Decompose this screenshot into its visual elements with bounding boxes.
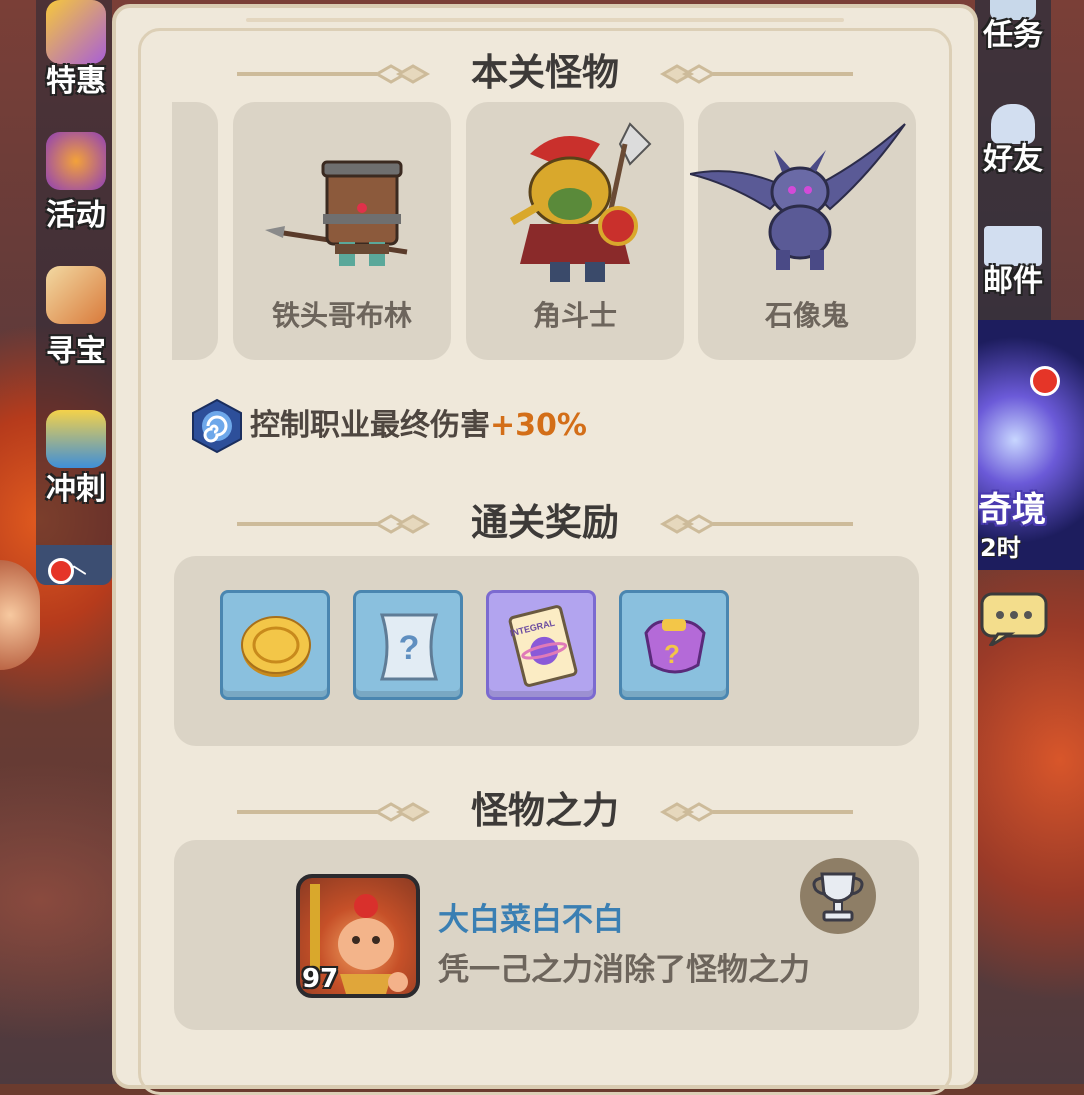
menu-special-offer-label: 特惠	[46, 64, 106, 99]
menu-mail-label: 邮件	[983, 264, 1043, 299]
menu-friends-label: 好友	[983, 142, 1043, 177]
buff-description: 控制职业最终伤害+30%	[250, 400, 587, 444]
monster-card-partial[interactable]	[172, 102, 218, 360]
player-achievement: 凭一己之力消除了怪物之力	[438, 952, 810, 988]
trophy-badge	[800, 858, 876, 934]
gargoyle-icon	[690, 123, 906, 270]
reward-item[interactable]	[220, 590, 330, 700]
player-level: 97	[302, 964, 339, 994]
menu-treasure-hunt[interactable]: 寻宝	[36, 266, 116, 368]
menu-sprint-label: 冲刺	[46, 472, 106, 507]
trophy-sprint-icon	[46, 410, 106, 468]
task-list-icon	[990, 0, 1036, 20]
collapse-menu-button[interactable]: ︿	[36, 545, 112, 585]
player-avatar[interactable]: 97	[296, 874, 420, 998]
svg-text:?: ?	[399, 629, 420, 667]
panel-top-ornament	[246, 18, 844, 22]
gold-coin-icon	[241, 616, 311, 677]
mail-icon	[984, 226, 1042, 266]
menu-treasure-hunt-label: 寻宝	[46, 334, 106, 369]
monster-card[interactable]: 角斗士	[466, 102, 684, 360]
menu-mail[interactable]: 邮件	[975, 226, 1051, 298]
chevron-up-icon: ︿	[60, 550, 87, 580]
chat-bubble-icon[interactable]	[980, 590, 1060, 646]
buff-value: +30%	[490, 408, 587, 443]
monster-name: 石像鬼	[764, 299, 849, 332]
monster-name: 铁头哥布林	[271, 299, 412, 332]
menu-friends[interactable]: 好友	[975, 104, 1051, 176]
buff-label: 控制职业最终伤害	[250, 408, 490, 443]
monster-name: 角斗士	[532, 299, 617, 332]
swirl-hexagon-icon	[192, 398, 242, 454]
ornament-right-icon	[659, 802, 853, 822]
ornament-right-icon	[659, 514, 853, 534]
menu-tasks-label: 任务	[983, 18, 1043, 53]
event-title: 奇境	[978, 490, 1046, 530]
ornament-right-icon	[659, 64, 853, 84]
reward-item[interactable]: ?	[619, 590, 729, 700]
rewards-section-header: 通关奖励	[112, 498, 978, 548]
gift-card-icon	[46, 0, 106, 64]
menu-special-offer[interactable]: 特惠	[36, 0, 116, 98]
friends-icon	[991, 104, 1035, 144]
fruit-basket-icon	[46, 132, 106, 190]
menu-tasks[interactable]: 任务	[975, 0, 1051, 52]
reward-item[interactable]: INTEGRAL	[486, 590, 596, 700]
menu-activity-label: 活动	[46, 198, 106, 233]
menu-sprint[interactable]: 冲刺	[36, 410, 116, 506]
reward-item[interactable]: ?	[353, 590, 463, 700]
integral-ticket-icon: INTEGRAL	[508, 605, 578, 687]
power-section-header: 怪物之力	[112, 786, 978, 836]
monsters-section-header: 本关怪物	[112, 48, 978, 98]
player-name[interactable]: 大白菜白不白	[438, 894, 624, 939]
treasure-map-icon	[46, 266, 106, 324]
monster-card[interactable]: 石像鬼	[690, 102, 916, 360]
svg-text:?: ?	[664, 639, 680, 669]
mystery-scroll-icon: ?	[379, 613, 439, 681]
event-notification-dot	[1030, 366, 1060, 396]
trophy-cup-icon	[812, 872, 864, 922]
iron-head-goblin-icon	[265, 160, 408, 266]
mystery-armor-icon: ?	[644, 619, 706, 674]
menu-activity[interactable]: 活动	[36, 132, 116, 232]
notification-dot	[48, 558, 74, 584]
gladiator-orc-icon	[510, 122, 652, 282]
monster-card[interactable]: 铁头哥布林	[233, 102, 451, 360]
first-clear-player-card: 97 大白菜白不白 凭一己之力消除了怪物之力	[174, 840, 919, 1030]
event-timer: 2时	[980, 534, 1021, 562]
